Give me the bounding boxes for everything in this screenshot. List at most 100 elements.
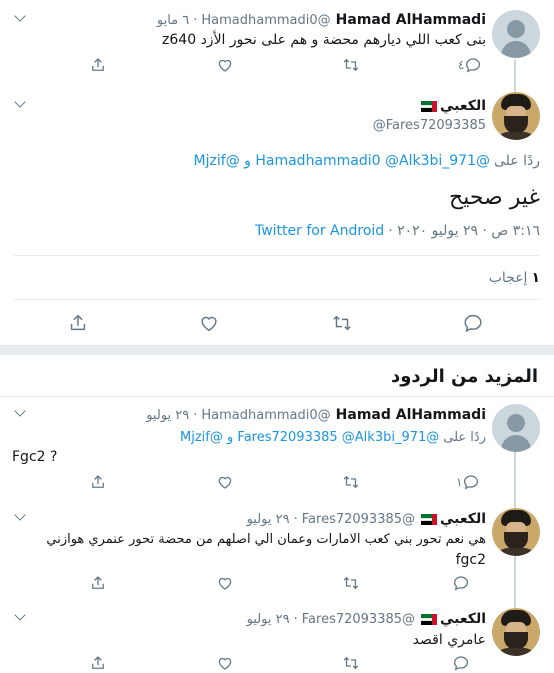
retweet-icon <box>343 59 359 71</box>
tweet-header: Hamad AlHammadi @Hamadhammadi0 · ٢٩ يولي… <box>146 405 486 425</box>
share-icon <box>92 576 104 589</box>
tweet-text: عامري اقصد <box>412 632 486 648</box>
avatar[interactable] <box>492 10 540 58</box>
thread-line <box>514 556 516 608</box>
heart-icon <box>218 657 232 670</box>
likes-count: ١ <box>531 270 540 286</box>
divider <box>14 299 540 300</box>
divider <box>14 255 540 256</box>
separator-dot: · <box>293 511 298 527</box>
more-replies-heading: المزيد من الردود <box>390 366 538 387</box>
avatar[interactable] <box>492 608 540 656</box>
tweet-text: Fgc2 ? <box>12 449 58 465</box>
author-name[interactable]: Hamad AlHammadi <box>336 12 486 28</box>
tweet-text: بنى كعب اللي ديارهم محضة و هم على نحور ا… <box>162 32 486 48</box>
reply-count: ٤ <box>458 58 465 72</box>
like-button[interactable] <box>216 574 234 592</box>
author-handle[interactable]: @Fares72093385 <box>373 118 486 133</box>
section-gap <box>0 345 554 355</box>
author-handle[interactable]: @Hamadhammadi0 <box>201 408 330 423</box>
avatar[interactable] <box>492 404 540 452</box>
retweet-button[interactable] <box>330 312 354 334</box>
like-button[interactable] <box>216 654 234 672</box>
author-name[interactable]: Hamad AlHammadi <box>336 407 486 423</box>
divider <box>0 396 554 397</box>
heart-icon <box>218 577 232 590</box>
tweet-header: الكعبي @Fares72093385 · ٢٩ يوليو <box>247 509 486 529</box>
retweet-button[interactable] <box>341 574 361 592</box>
tweet-timestamp[interactable]: ٣:١٦ ص · ٢٩ يوليو ٢٠٢٠ · <box>388 223 540 239</box>
retweet-icon <box>333 315 351 331</box>
share-icon <box>92 656 104 669</box>
reply-icon <box>464 314 482 333</box>
uae-flag-icon <box>421 613 438 625</box>
reply-button[interactable] <box>452 574 470 592</box>
share-icon <box>70 314 86 331</box>
retweet-icon <box>343 577 359 589</box>
replying-to-users[interactable]: @Hamadhammadi0 @Alk3bi_971 و @Mjzif <box>194 153 490 169</box>
tweet-source[interactable]: Twitter for Android <box>255 223 384 239</box>
replying-to-label: ردًا على <box>494 153 540 169</box>
author-handle[interactable]: @Hamadhammadi0 <box>201 13 330 28</box>
reply-button[interactable]: ١ <box>450 473 480 491</box>
like-button[interactable] <box>216 56 234 74</box>
chevron-down-icon[interactable] <box>14 96 26 108</box>
tweet-date[interactable]: ٢٩ يوليو <box>247 512 290 527</box>
heart-icon <box>218 59 232 72</box>
avatar[interactable] <box>492 508 540 556</box>
share-button[interactable] <box>89 56 107 74</box>
share-icon <box>92 475 104 488</box>
likes-label: إعجاب <box>488 270 528 286</box>
main-tweet-text: غير صحيح <box>449 185 540 210</box>
reply-count: ١ <box>456 475 463 489</box>
tweet-text: هي نعم تحور بني كعب الامارات وعمان الي ا… <box>46 532 486 547</box>
retweet-button[interactable] <box>341 473 361 491</box>
author-handle[interactable]: @Fares72093385 <box>302 512 415 527</box>
tweet-date[interactable]: ٢٩ يوليو <box>146 408 189 423</box>
reply-button[interactable] <box>462 312 484 334</box>
replying-to-users[interactable]: @Fares72093385 @Alk3bi_971 و @Mjzif <box>180 430 439 445</box>
tweet-header: الكعبي @Fares72093385 · ٢٩ يوليو <box>247 609 486 629</box>
like-button[interactable] <box>216 473 234 491</box>
reply-button[interactable] <box>452 654 470 672</box>
reply-button[interactable]: ٤ <box>452 56 482 74</box>
reply-icon <box>453 656 469 671</box>
author-name[interactable]: الكعبي <box>440 511 486 527</box>
main-author: الكعبي <box>418 96 486 116</box>
chevron-down-icon[interactable] <box>14 10 26 22</box>
chevron-down-icon[interactable] <box>14 405 26 417</box>
reply-icon <box>466 58 481 73</box>
share-button[interactable] <box>89 473 107 491</box>
replying-to: ردًا على @Fares72093385 @Alk3bi_971 و @M… <box>180 427 486 447</box>
chevron-down-icon[interactable] <box>14 509 26 521</box>
tweet-meta: ٣:١٦ ص · ٢٩ يوليو ٢٠٢٠ · Twitter for And… <box>255 221 540 241</box>
retweet-button[interactable] <box>341 654 361 672</box>
tweet-header: Hamad AlHammadi @Hamadhammadi0 · ٦ مايو <box>157 10 486 30</box>
chevron-down-icon[interactable] <box>14 609 26 621</box>
tweet-date[interactable]: ٢٩ يوليو <box>247 612 290 627</box>
share-button[interactable] <box>67 312 89 334</box>
heart-icon <box>218 476 232 489</box>
tweet-date[interactable]: ٦ مايو <box>157 13 189 28</box>
like-button[interactable] <box>198 312 220 334</box>
reply-icon <box>453 576 469 591</box>
share-button[interactable] <box>89 654 107 672</box>
thread-line <box>514 452 516 508</box>
retweet-icon <box>343 476 359 488</box>
uae-flag-icon <box>421 100 438 112</box>
reply-icon <box>464 475 479 490</box>
separator-dot: · <box>193 12 198 28</box>
avatar[interactable] <box>492 92 540 140</box>
retweet-button[interactable] <box>341 56 361 74</box>
author-handle[interactable]: @Fares72093385 <box>302 612 415 627</box>
uae-flag-icon <box>421 513 438 525</box>
author-name[interactable]: الكعبي <box>440 611 486 627</box>
share-button[interactable] <box>89 574 107 592</box>
likes-stat[interactable]: ١ إعجاب <box>489 267 540 289</box>
separator-dot: · <box>293 611 298 627</box>
author-name[interactable]: الكعبي <box>440 98 486 114</box>
share-icon <box>92 58 104 71</box>
heart-icon <box>201 316 217 332</box>
thread-line <box>514 60 516 92</box>
retweet-icon <box>343 657 359 669</box>
